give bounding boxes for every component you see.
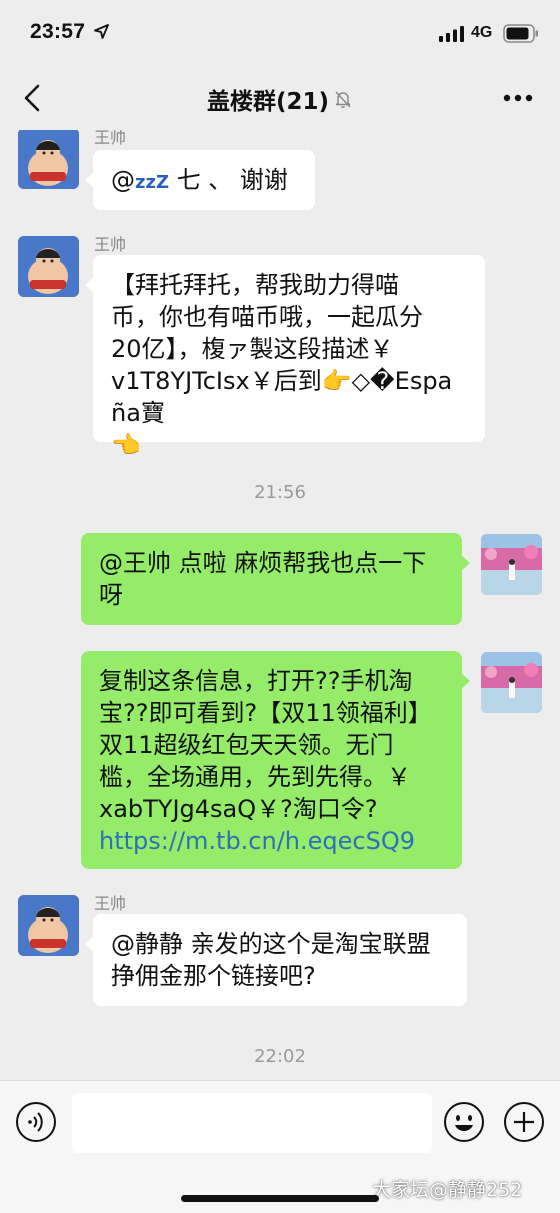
sender-name: 王帅 <box>94 894 127 913</box>
avatar-photo-image <box>481 652 542 713</box>
message-bubble[interactable]: @王帅 点啦 麻烦帮我也点一下 呀 <box>81 533 470 625</box>
chat-title[interactable]: 盖楼群(21) <box>207 82 329 116</box>
more-icon[interactable] <box>503 94 533 102</box>
avatar[interactable] <box>18 236 79 297</box>
voice-icon[interactable] <box>15 1101 57 1143</box>
avatar-photo-image <box>481 534 542 595</box>
avatar-cartoon-image <box>18 130 79 189</box>
message-line: @静静 亲发的这个是淘宝联盟 <box>111 930 431 958</box>
timestamp: 22:02 <box>254 1046 306 1067</box>
status-bar: 23:57 4G <box>0 0 560 64</box>
message-line: 复制这条信息，打开??手机淘 <box>99 667 413 695</box>
message-bubble[interactable]: 复制这条信息，打开??手机淘 宝??即可看到?【双11领福利】 双11超级红包天… <box>81 651 470 869</box>
message-line: 👈 <box>111 431 141 459</box>
zzz-glyph: zzZ <box>135 172 170 193</box>
watermark: 大家坛@静静252 <box>372 1179 523 1201</box>
sender-name: 王帅 <box>94 130 127 147</box>
message-line: v1T8YJTcIsx￥后到👉◇�España寶 <box>111 367 453 427</box>
status-time: 23:57 <box>30 20 86 43</box>
message-input[interactable] <box>72 1093 432 1153</box>
mute-bell-icon <box>335 91 351 108</box>
timestamp: 21:56 <box>254 482 306 503</box>
message-line: 币，你也有喵币哦，一起瓜分 <box>111 303 423 331</box>
message-line: 【拜托拜托，帮我助力得喵 <box>111 271 399 299</box>
input-bar: 大家坛@静静252 <box>0 1080 560 1213</box>
nav-bar: 盖楼群(21) <box>0 64 560 130</box>
message-text: 七 、 谢谢 <box>176 166 288 194</box>
battery-icon <box>503 24 538 43</box>
plus-icon[interactable] <box>503 1101 545 1143</box>
avatar[interactable] <box>481 652 542 713</box>
emoji-icon[interactable] <box>443 1101 485 1143</box>
avatar[interactable] <box>481 534 542 595</box>
message-bubble[interactable]: 【拜托拜托，帮我助力得喵 币，你也有喵币哦，一起瓜分 20亿】，椱ァ製这段描述￥… <box>85 255 485 459</box>
message-line: 宝??即可看到?【双11领福利】 <box>99 699 432 727</box>
avatar-cartoon-image <box>18 236 79 297</box>
mention-at: @ <box>111 166 135 194</box>
message-bubble[interactable]: @zzZ 七 、 谢谢 <box>85 150 315 210</box>
message-line: 挣佣金那个链接吧? <box>111 962 316 990</box>
avatar[interactable] <box>18 895 79 956</box>
message-line: 双11超级红包天天领。无门 <box>99 731 394 759</box>
message-line: 槛，全场通用，先到先得。￥ <box>99 763 411 791</box>
message-line: 20亿】，椱ァ製这段描述￥ <box>111 335 394 363</box>
sender-name: 王帅 <box>94 235 127 254</box>
signal-bars-icon <box>439 26 464 42</box>
chat-title-container: 盖楼群(21) <box>0 82 560 116</box>
home-indicator[interactable] <box>181 1195 379 1202</box>
message-link[interactable]: https://m.tb.cn/h.eqecSQ9 <box>99 825 444 857</box>
message-list[interactable]: 王帅 @zzZ 七 、 谢谢 王帅 【拜托拜托，帮我助力得喵 币，你也有喵币哦，… <box>0 130 560 1080</box>
location-arrow-icon <box>94 24 109 39</box>
avatar-cartoon-image <box>18 895 79 956</box>
network-label: 4G <box>471 24 493 41</box>
message-line: 呀 <box>99 581 123 609</box>
message-bubble[interactable]: @静静 亲发的这个是淘宝联盟 挣佣金那个链接吧? <box>85 914 467 1006</box>
message-line: xabTYJg4saQ￥?淘口令? <box>99 795 378 823</box>
avatar[interactable] <box>18 130 79 189</box>
chat-screen: 23:57 4G 盖楼群(21) 王帅 @zzZ 七 、 谢谢 王帅 【拜托拜托… <box>0 0 560 1213</box>
message-line: @王帅 点啦 麻烦帮我也点一下 <box>99 549 427 577</box>
